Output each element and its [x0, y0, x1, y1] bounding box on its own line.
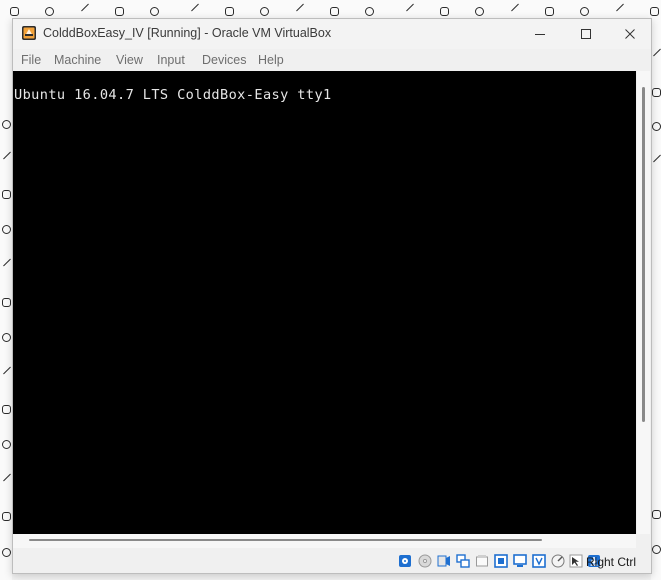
background-icon — [2, 405, 11, 414]
shared-folders-icon[interactable] — [494, 554, 508, 568]
vertical-scrollbar[interactable] — [637, 71, 650, 534]
status-bar: Right Ctrl — [13, 549, 651, 573]
menu-file[interactable]: File — [21, 53, 41, 67]
virtualbox-vm-icon — [22, 26, 36, 40]
close-button[interactable] — [607, 19, 653, 49]
background-icon — [650, 7, 659, 16]
maximize-icon — [581, 29, 591, 39]
background-icon — [115, 7, 124, 16]
background-icon — [2, 298, 11, 307]
cpu-virtualization-icon[interactable] — [551, 554, 565, 568]
display-icon[interactable] — [513, 554, 527, 568]
background-icon — [225, 7, 234, 16]
background-icon — [2, 333, 11, 342]
background-icon — [260, 7, 269, 16]
menu-input[interactable]: Input — [157, 53, 185, 67]
mouse-integration-icon[interactable] — [569, 554, 583, 568]
background-icon — [475, 7, 484, 16]
background-icon — [2, 440, 11, 449]
background-icon — [652, 545, 661, 554]
menu-bar: File Machine View Input Devices Help — [13, 49, 651, 71]
horizontal-scroll-thumb[interactable] — [29, 539, 542, 541]
menu-machine[interactable]: Machine — [54, 53, 101, 67]
menu-view[interactable]: View — [116, 53, 143, 67]
background-icon — [2, 225, 11, 234]
minimize-icon — [535, 34, 545, 35]
background-icon — [545, 7, 554, 16]
window-title: ColddBoxEasy_IV [Running] - Oracle VM Vi… — [43, 26, 332, 40]
maximize-button[interactable] — [563, 19, 609, 49]
minimize-button[interactable] — [517, 19, 563, 49]
console-text: Ubuntu 16.04.7 LTS ColddBox-Easy tty1 — [14, 87, 332, 103]
background-icon — [652, 122, 661, 131]
network-icon[interactable] — [456, 554, 470, 568]
close-icon — [625, 29, 635, 39]
title-bar[interactable]: ColddBoxEasy_IV [Running] - Oracle VM Vi… — [13, 19, 651, 49]
background-icon — [440, 7, 449, 16]
video-capture-icon[interactable] — [532, 554, 546, 568]
virtualbox-vm-window: ColddBoxEasy_IV [Running] - Oracle VM Vi… — [12, 18, 652, 574]
background-icon — [652, 88, 661, 97]
background-sidebar-left — [0, 0, 12, 580]
usb-icon[interactable] — [475, 554, 489, 568]
hard-disk-icon[interactable] — [398, 554, 412, 568]
host-key-label[interactable]: Right Ctrl — [586, 555, 636, 569]
horizontal-scrollbar[interactable] — [13, 534, 636, 548]
background-icon — [2, 512, 11, 521]
audio-icon[interactable] — [437, 554, 451, 568]
menu-help[interactable]: Help — [258, 53, 284, 67]
background-icon — [330, 7, 339, 16]
menu-devices[interactable]: Devices — [202, 53, 246, 67]
background-icon — [10, 7, 19, 16]
background-icon — [365, 7, 374, 16]
background-icon — [150, 7, 159, 16]
background-icon — [45, 7, 54, 16]
background-icon — [580, 7, 589, 16]
background-icon — [2, 190, 11, 199]
background-sidebar-right — [651, 0, 661, 580]
vertical-scroll-thumb[interactable] — [642, 87, 645, 422]
vm-display[interactable]: Ubuntu 16.04.7 LTS ColddBox-Easy tty1 — [13, 71, 636, 534]
background-icon — [2, 120, 11, 129]
optical-drive-icon[interactable] — [418, 554, 432, 568]
background-icon — [2, 548, 11, 557]
background-icon — [652, 510, 661, 519]
